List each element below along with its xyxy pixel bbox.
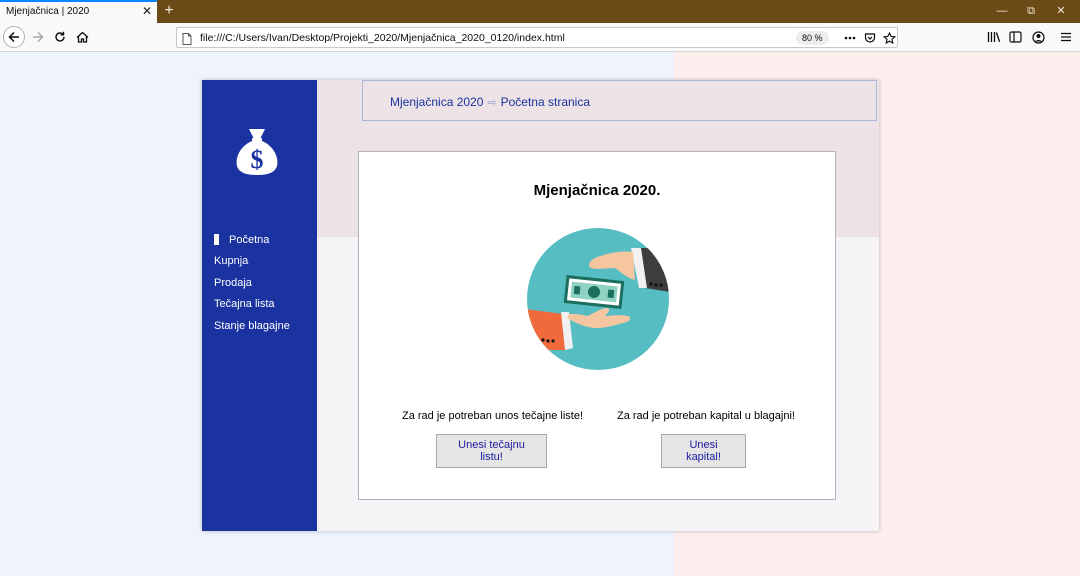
bookmark-star-icon[interactable] xyxy=(881,31,897,45)
sidebar-item-kupnja[interactable]: Kupnja xyxy=(214,251,290,273)
enter-capital-button[interactable]: Unesi kapital! xyxy=(661,434,746,468)
url-text: file:///C:/Users/Ivan/Desktop/Projekti_2… xyxy=(200,32,565,44)
zoom-level-button[interactable]: 80 % xyxy=(796,31,829,45)
pocket-icon[interactable] xyxy=(862,31,878,45)
breadcrumb-root[interactable]: Mjenjačnica 2020 xyxy=(390,95,483,109)
money-exchange-illustration xyxy=(527,228,669,370)
page-title: Mjenjačnica 2020. xyxy=(533,182,661,199)
breadcrumb-arrow-icon: ⇨ xyxy=(487,96,497,109)
tab-title: Mjenjačnica | 2020 xyxy=(6,6,90,17)
money-bag-icon: $ xyxy=(235,126,279,176)
sidebar-item-pocetna[interactable]: Početna xyxy=(214,229,290,251)
breadcrumb-current: Početna stranica xyxy=(500,95,591,109)
exchange-rate-hint: Za rad je potreban unos tečajne liste! xyxy=(402,410,584,422)
forward-icon[interactable] xyxy=(28,27,48,47)
minimize-icon[interactable]: — xyxy=(991,3,1013,19)
sidebar-item-label: Početna xyxy=(229,233,270,246)
active-marker xyxy=(214,234,219,246)
back-icon[interactable] xyxy=(3,26,25,48)
svg-text:$: $ xyxy=(251,145,264,174)
library-icon[interactable] xyxy=(985,29,1003,45)
page-viewport: $ Početna Kupnja Prodaja Tečajna lista S… xyxy=(0,52,1080,576)
sidebar-item-label: Prodaja xyxy=(214,276,252,289)
tab-active[interactable]: Mjenjačnica | 2020 ✕ xyxy=(0,0,157,23)
page-icon xyxy=(182,32,192,50)
home-icon[interactable] xyxy=(72,27,92,47)
account-icon[interactable] xyxy=(1029,29,1047,45)
sidebar-nav: Početna Kupnja Prodaja Tečajna lista Sta… xyxy=(214,229,290,337)
sidebar-item-tecajna-lista[interactable]: Tečajna lista xyxy=(214,294,290,316)
address-bar[interactable]: file:///C:/Users/Ivan/Desktop/Projekti_2… xyxy=(176,27,898,48)
new-tab-icon[interactable]: + xyxy=(161,2,177,19)
breadcrumb: Mjenjačnica 2020 ⇨ Početna stranica xyxy=(362,80,877,121)
sidebar: $ Početna Kupnja Prodaja Tečajna lista S… xyxy=(202,80,317,531)
enter-exchange-rates-button[interactable]: Unesi tečajnu listu! xyxy=(436,434,547,468)
sidebar-item-label: Kupnja xyxy=(214,255,249,268)
main-card: Mjenjačnica 2020. Za rad je potreban uno… xyxy=(358,151,836,500)
capital-hint: Za rad je potreban kapital u blagajni! xyxy=(617,410,795,422)
sidebar-toggle-icon[interactable] xyxy=(1006,29,1024,45)
close-tab-icon[interactable]: ✕ xyxy=(140,4,154,18)
tab-bar: Mjenjačnica | 2020 ✕ + — ⧉ ✕ xyxy=(0,0,1080,23)
menu-icon[interactable] xyxy=(1057,29,1075,45)
navigation-toolbar: file:///C:/Users/Ivan/Desktop/Projekti_2… xyxy=(0,23,1080,52)
sidebar-item-prodaja[interactable]: Prodaja xyxy=(214,272,290,294)
restore-icon[interactable]: ⧉ xyxy=(1020,3,1042,19)
sidebar-item-label: Stanje blagajne xyxy=(214,319,290,332)
close-window-icon[interactable]: ✕ xyxy=(1050,3,1072,19)
app-container: $ Početna Kupnja Prodaja Tečajna lista S… xyxy=(202,80,879,531)
sidebar-item-label: Tečajna lista xyxy=(214,298,275,311)
reload-icon[interactable] xyxy=(50,27,70,47)
sidebar-item-stanje-blagajne[interactable]: Stanje blagajne xyxy=(214,315,290,337)
more-actions-icon[interactable] xyxy=(842,31,858,45)
